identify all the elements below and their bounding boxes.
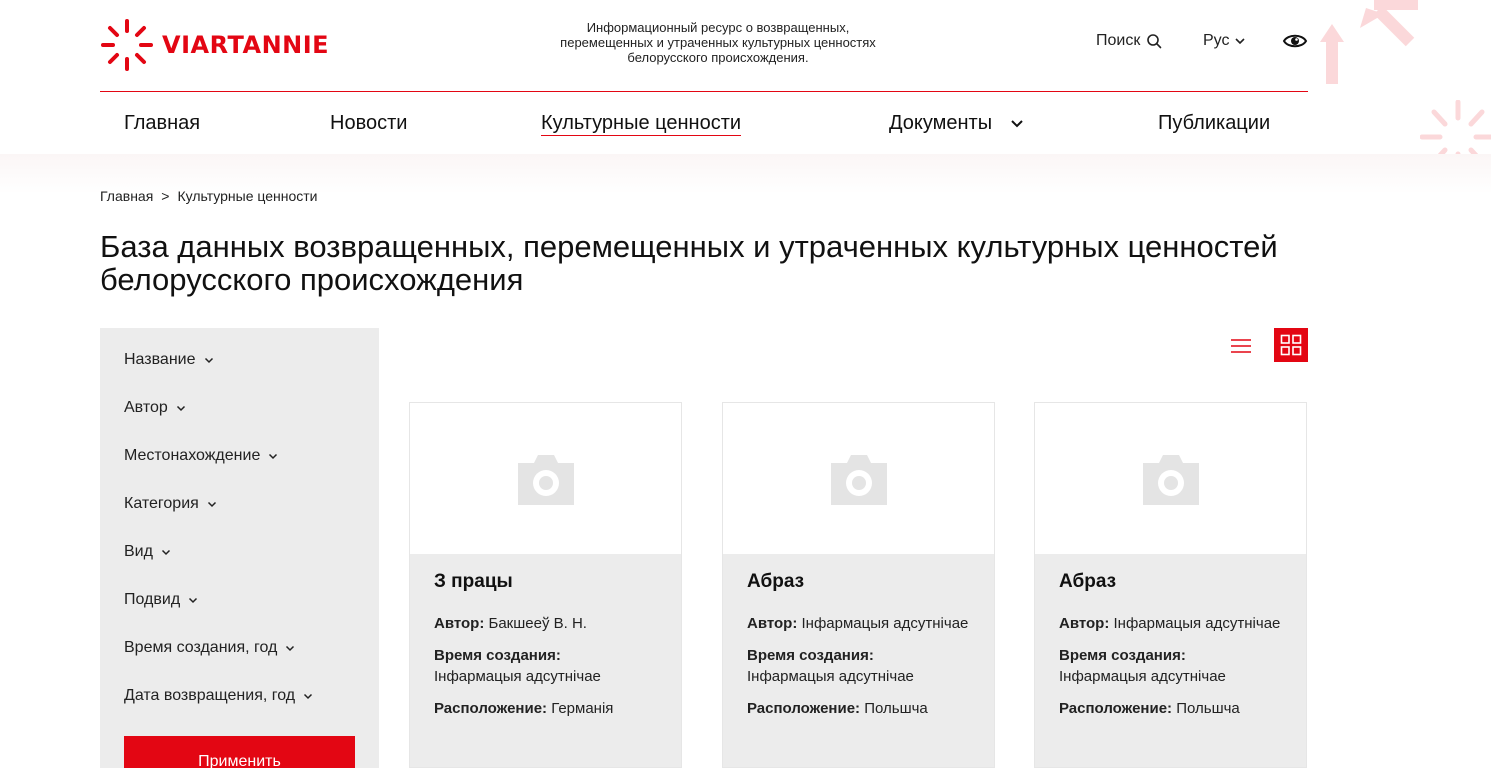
list-view-icon: [1231, 339, 1251, 353]
card-body: Абраз Автор: Інфармацыя адсутнічае Время…: [1035, 554, 1306, 767]
logo-text: VIARTANNIE: [162, 31, 330, 59]
nav-item-news[interactable]: Новости: [330, 112, 407, 135]
breadcrumb-home[interactable]: Главная: [100, 188, 153, 204]
card-location-label: Расположение:: [747, 700, 861, 717]
card-created-label: Время создания:: [434, 647, 561, 664]
nav-item-publications[interactable]: Публикации: [1158, 112, 1270, 135]
accessibility-toggle[interactable]: [1282, 30, 1308, 57]
site-tagline: Информационный ресурс о возвращенных, пе…: [560, 20, 876, 65]
card-title: Абраз: [747, 571, 805, 592]
filter-label: Категория: [124, 495, 199, 512]
logo[interactable]: VIARTANNIE: [100, 18, 329, 72]
eye-icon: [1282, 34, 1308, 48]
filter-category[interactable]: Категория: [124, 495, 217, 513]
card-author: Автор: Бакшееў В. Н.: [434, 613, 657, 634]
chevron-down-icon: [161, 549, 170, 555]
card-location-value: Польшча: [1176, 700, 1240, 717]
filter-label: Название: [124, 351, 196, 368]
camera-placeholder-icon: [830, 454, 887, 505]
breadcrumb-current: Культурные ценности: [177, 188, 318, 204]
filter-label: Вид: [124, 543, 153, 560]
filter-label: Автор: [124, 399, 168, 416]
card-created-value: Інфармацыя адсутнічае: [1059, 668, 1226, 685]
card-author-label: Автор:: [434, 615, 485, 632]
card-author: Автор: Інфармацыя адсутнічае: [747, 613, 970, 634]
card-author-label: Автор:: [747, 615, 798, 632]
nav-item-cultural-values[interactable]: Культурные ценности: [541, 112, 742, 136]
card-created: Время создания: Інфармацыя адсутнічае: [747, 645, 970, 687]
decorative-arrows-icon: [1320, 0, 1418, 84]
filter-label: Местонахождение: [124, 447, 261, 464]
apply-filters-button[interactable]: Применить: [124, 736, 355, 768]
card-author-value: Бакшееў В. Н.: [488, 615, 587, 632]
camera-placeholder-icon: [1142, 454, 1199, 505]
card-author-label: Автор:: [1059, 615, 1110, 632]
card-image-placeholder: [723, 403, 994, 554]
filter-label: Время создания, год: [124, 639, 278, 656]
item-card[interactable]: Абраз Автор: Інфармацыя адсутнічае Время…: [1034, 402, 1307, 768]
breadcrumb-separator: >: [161, 188, 170, 204]
card-author-value: Інфармацыя адсутнічае: [801, 615, 969, 632]
card-author-value: Інфармацыя адсутнічае: [1113, 615, 1281, 632]
filter-subtype[interactable]: Подвид: [124, 591, 198, 609]
card-author: Автор: Інфармацыя адсутнічае: [1059, 613, 1282, 634]
grid-view-button[interactable]: [1274, 328, 1308, 362]
card-body: Абраз Автор: Інфармацыя адсутнічае Время…: [723, 554, 994, 767]
filter-return-year[interactable]: Дата возвращения, год: [124, 687, 313, 705]
card-title: З працы: [434, 571, 513, 592]
chevron-down-icon: [269, 453, 278, 459]
filter-type[interactable]: Вид: [124, 543, 171, 561]
card-title: Абраз: [1059, 571, 1117, 592]
filter-panel: Название Автор Местонахождение Категория…: [100, 328, 379, 768]
chevron-down-icon: [207, 501, 216, 507]
list-view-button[interactable]: [1225, 331, 1257, 361]
language-selector[interactable]: Рус: [1203, 32, 1246, 50]
card-image-placeholder: [1035, 403, 1306, 554]
logo-icon: [101, 19, 153, 71]
language-label: Рус: [1203, 32, 1230, 49]
grid-view-icon: [1280, 334, 1302, 356]
nav-item-home[interactable]: Главная: [124, 112, 200, 135]
card-created: Время создания: Інфармацыя адсутнічае: [434, 645, 657, 687]
nav-item-documents-label: Документы: [889, 112, 993, 134]
filter-label: Подвид: [124, 591, 181, 608]
filter-name[interactable]: Название: [124, 351, 214, 369]
camera-placeholder-icon: [517, 454, 574, 505]
card-location-label: Расположение:: [434, 700, 548, 717]
page-title: База данных возвращенных, перемещенных и…: [100, 229, 1278, 297]
card-created-label: Время создания:: [747, 647, 874, 664]
card-created-value: Інфармацыя адсутнічае: [747, 668, 914, 685]
item-card[interactable]: З працы Автор: Бакшееў В. Н. Время созда…: [409, 402, 682, 768]
card-image-placeholder: [410, 403, 681, 554]
chevron-down-icon: [176, 405, 185, 411]
card-created-value: Інфармацыя адсутнічае: [434, 668, 601, 685]
filter-author[interactable]: Автор: [124, 399, 186, 417]
card-location: Расположение: Польшча: [747, 698, 970, 719]
chevron-down-icon: [204, 357, 213, 363]
item-card[interactable]: Абраз Автор: Інфармацыя адсутнічае Время…: [722, 402, 995, 768]
card-location-label: Расположение:: [1059, 700, 1173, 717]
chevron-down-icon: [189, 597, 198, 603]
search-label: Поиск: [1096, 32, 1141, 49]
card-created-label: Время создания:: [1059, 647, 1186, 664]
card-created: Время создания: Інфармацыя адсутнічае: [1059, 645, 1282, 687]
chevron-down-icon: [1010, 120, 1023, 128]
search-button[interactable]: Поиск: [1096, 32, 1162, 50]
filter-creation-year[interactable]: Время создания, год: [124, 639, 295, 657]
filter-label: Дата возвращения, год: [124, 687, 296, 704]
nav-item-documents[interactable]: Документы: [889, 112, 1024, 135]
main-nav: Главная Новости Культурные ценности Доку…: [100, 92, 1308, 154]
search-icon: [1147, 34, 1162, 49]
chevron-down-icon: [286, 645, 295, 651]
filter-location[interactable]: Местонахождение: [124, 447, 278, 465]
chevron-down-icon: [304, 693, 313, 699]
breadcrumb: Главная > Культурные ценности: [100, 188, 318, 204]
card-location: Расположение: Германія: [434, 698, 657, 719]
card-body: З працы Автор: Бакшееў В. Н. Время созда…: [410, 554, 681, 767]
card-location-value: Польшча: [864, 700, 928, 717]
card-location-value: Германія: [551, 700, 614, 717]
card-location: Расположение: Польшча: [1059, 698, 1282, 719]
chevron-down-icon: [1234, 38, 1245, 45]
